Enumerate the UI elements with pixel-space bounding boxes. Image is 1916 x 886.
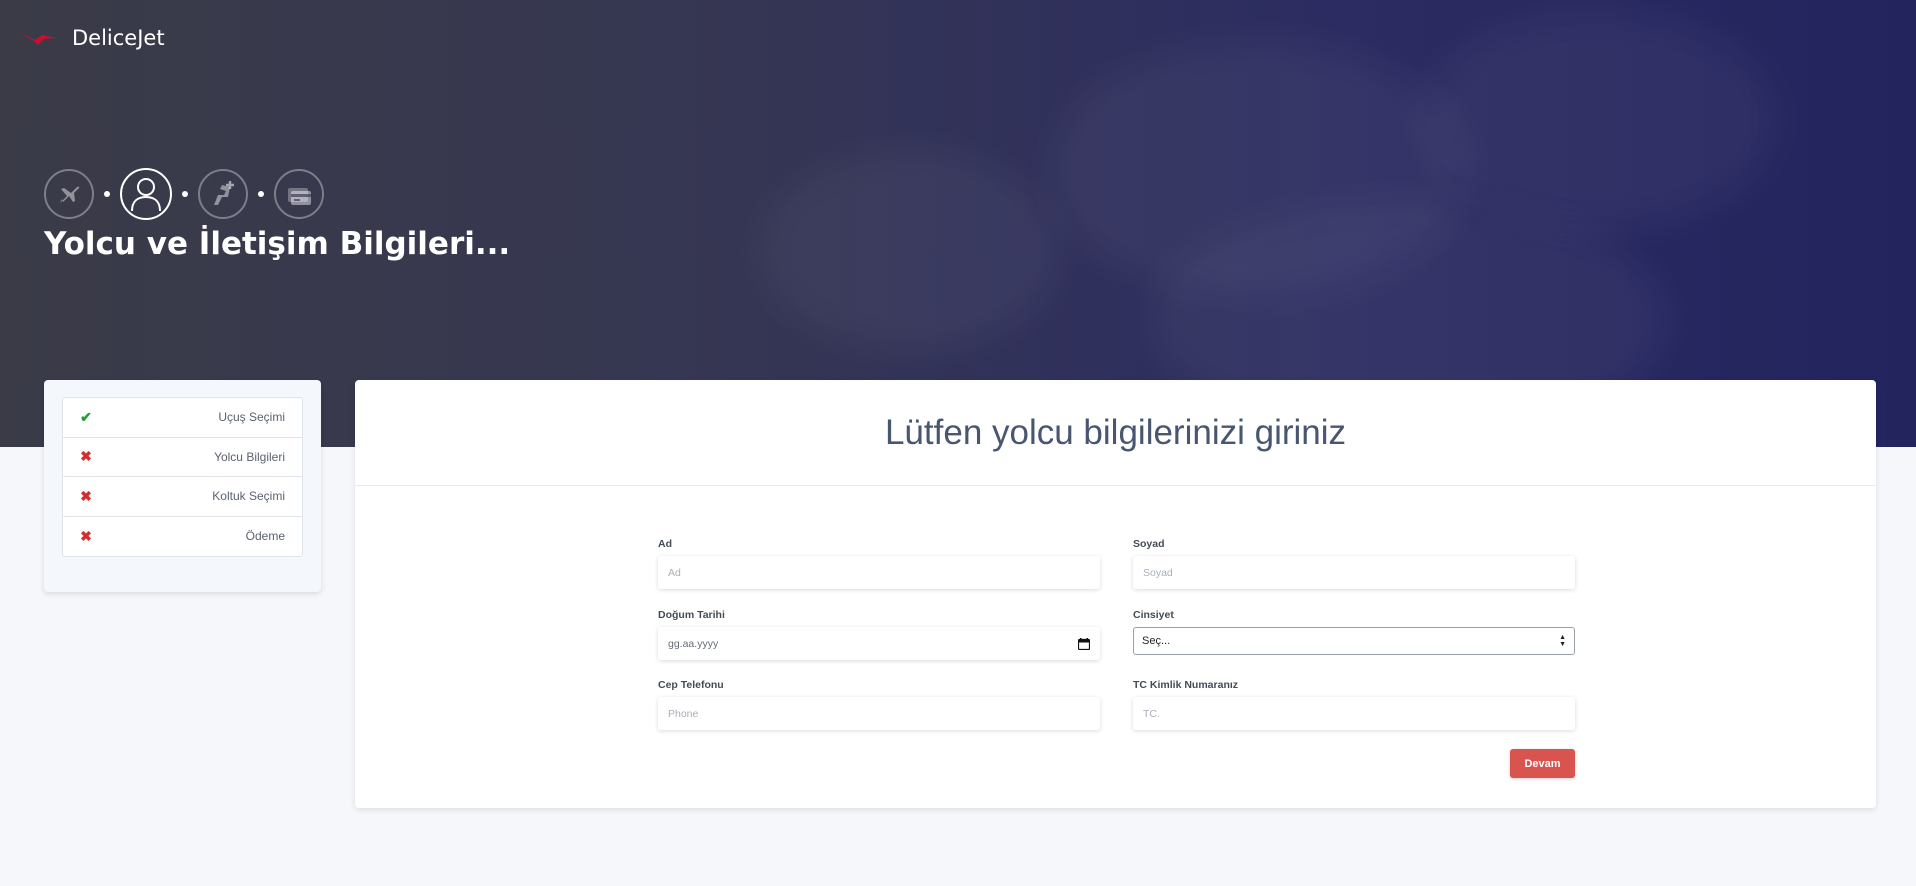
soyad-field-group: Soyad	[1133, 538, 1575, 589]
step-flight	[44, 169, 94, 219]
status-label: Uçuş Seçimi	[218, 410, 285, 425]
cinsiyet-field-group: Cinsiyet Seç... ▲ ▼	[1133, 609, 1575, 655]
cross-icon: ✖	[80, 487, 92, 504]
gender-select-value: Seç...	[1142, 635, 1171, 647]
calendar-icon[interactable]	[1078, 637, 1090, 650]
first-name-input[interactable]	[668, 566, 1090, 579]
status-label: Koltuk Seçimi	[212, 489, 285, 504]
passenger-form-card: Lütfen yolcu bilgilerinizi giriniz Ad So…	[355, 380, 1876, 808]
cinsiyet-label: Cinsiyet	[1133, 609, 1174, 621]
tc-label: TC Kimlik Numaranız	[1133, 679, 1239, 691]
telefon-field-group: Cep Telefonu	[658, 679, 1100, 730]
logo-icon[interactable]	[18, 26, 58, 50]
soyad-label: Soyad	[1133, 538, 1165, 550]
cross-icon: ✖	[80, 448, 92, 465]
user-icon	[131, 178, 161, 212]
ad-field-group: Ad	[658, 538, 1100, 589]
tc-field-group: TC Kimlik Numaranız	[1133, 679, 1575, 730]
status-item-seat: ✖ Koltuk Seçimi	[63, 477, 302, 517]
telefon-box	[658, 697, 1100, 730]
tc-box	[1133, 697, 1575, 730]
step-passenger	[120, 168, 172, 220]
navbar: DeliceJet	[0, 0, 1916, 75]
gender-select[interactable]: Seç... ▲ ▼	[1133, 627, 1575, 655]
status-item-payment: ✖ Ödeme	[63, 517, 302, 557]
step-separator	[258, 191, 264, 197]
form-title: Lütfen yolcu bilgilerinizi giriniz	[884, 412, 1347, 452]
birth-date-input[interactable]: gg.aa.yyyy	[658, 627, 1100, 660]
step-payment	[274, 169, 324, 219]
phone-input[interactable]	[668, 707, 1090, 720]
date-placeholder: gg.aa.yyyy	[668, 637, 719, 650]
progress-steps	[44, 168, 324, 220]
dogum-label: Doğum Tarihi	[658, 609, 725, 621]
airplane-icon	[60, 186, 80, 203]
cross-icon: ✖	[80, 527, 92, 544]
check-icon: ✔	[80, 408, 92, 425]
telefon-label: Cep Telefonu	[658, 679, 724, 691]
status-label: Yolcu Bilgileri	[214, 449, 285, 464]
tc-id-input[interactable]	[1143, 707, 1565, 720]
booking-status-card: ✔ Uçuş Seçimi ✖ Yolcu Bilgileri ✖ Koltuk…	[44, 380, 321, 592]
continue-button[interactable]: Devam	[1510, 749, 1575, 778]
brand-name[interactable]: DeliceJet	[72, 26, 165, 50]
status-item-flight: ✔ Uçuş Seçimi	[63, 398, 302, 438]
step-seat	[198, 169, 248, 219]
seat-plus-icon	[214, 181, 234, 205]
dogum-field-group: Doğum Tarihi gg.aa.yyyy	[658, 609, 1100, 660]
soyad-box	[1133, 556, 1575, 589]
status-label: Ödeme	[245, 529, 285, 544]
step-separator	[182, 191, 188, 197]
ad-label: Ad	[658, 538, 672, 550]
select-arrows-icon: ▲ ▼	[1559, 634, 1566, 648]
status-item-passenger: ✖ Yolcu Bilgileri	[63, 438, 302, 477]
card-header: Lütfen yolcu bilgilerinizi giriniz	[355, 380, 1876, 486]
status-list: ✔ Uçuş Seçimi ✖ Yolcu Bilgileri ✖ Koltuk…	[62, 397, 303, 557]
ad-box	[658, 556, 1100, 589]
credit-card-icon	[288, 188, 311, 205]
last-name-input[interactable]	[1143, 566, 1565, 579]
step-separator	[104, 191, 110, 197]
page-title: Yolcu ve İletişim Bilgileri...	[44, 226, 511, 262]
